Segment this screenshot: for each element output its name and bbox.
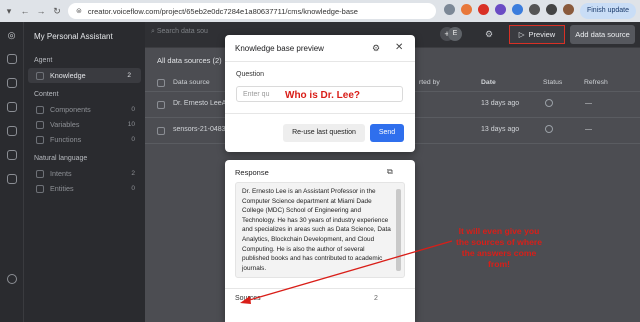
annotation-arrow (240, 240, 453, 304)
